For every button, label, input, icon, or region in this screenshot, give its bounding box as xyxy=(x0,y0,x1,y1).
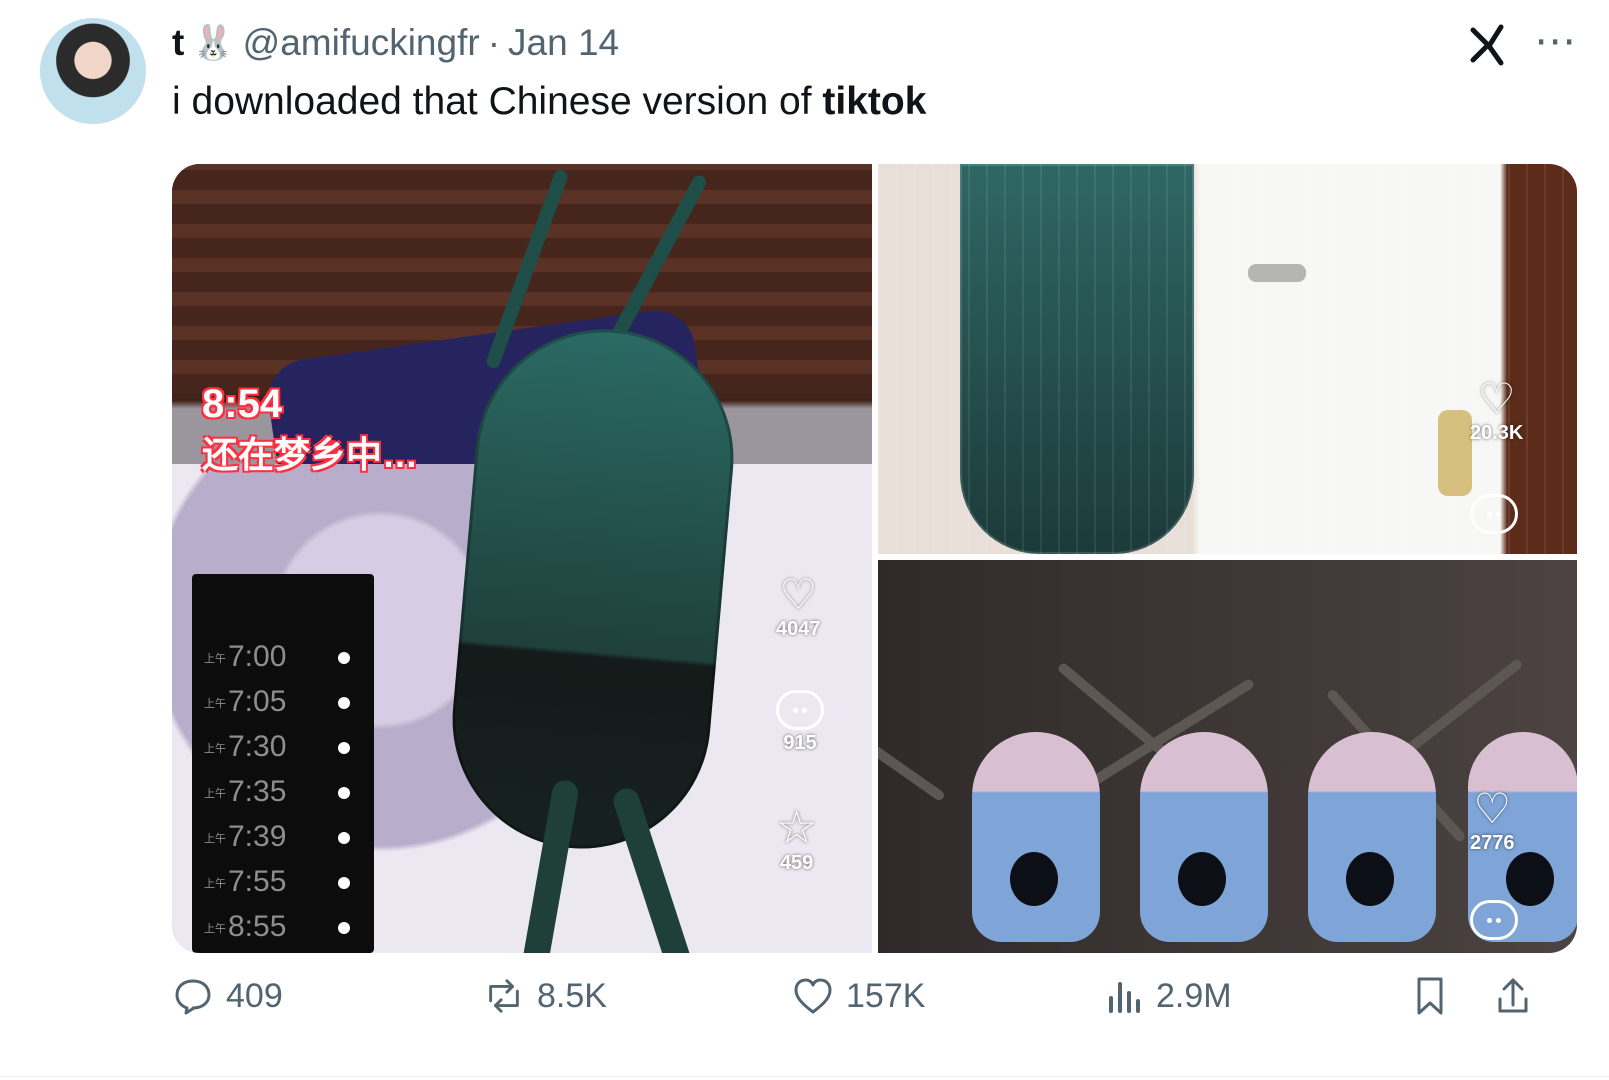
reply-count: 409 xyxy=(226,976,283,1015)
comment-icon xyxy=(1470,494,1518,534)
reply-icon xyxy=(172,975,214,1017)
comment-icon xyxy=(776,690,824,730)
repost-button[interactable]: 8.5K xyxy=(483,975,607,1017)
grok-icon[interactable] xyxy=(1464,22,1510,68)
crying-mouth xyxy=(1178,852,1226,906)
alarm-toggle-icon xyxy=(338,652,350,664)
like-button[interactable]: 157K xyxy=(792,975,925,1017)
media-grid[interactable]: 8:54 还在梦乡中… 上午7:00 上午7:05 上午7:30 上午7:35 … xyxy=(172,164,1577,953)
shower-faucet xyxy=(1248,264,1306,282)
favorite-count: 459 xyxy=(779,852,814,874)
views-button[interactable]: 2.9M xyxy=(1102,975,1232,1017)
crying-mouth xyxy=(1346,852,1394,906)
like-count: 2776 xyxy=(1470,832,1515,854)
door-handle xyxy=(1438,410,1472,496)
alarm-row: 上午7:30 xyxy=(204,730,362,768)
alarm-row: 上午7:05 xyxy=(204,685,362,723)
reply-button[interactable]: 409 xyxy=(172,975,283,1017)
tree-branch xyxy=(878,679,946,803)
like-metric[interactable]: ♡ 4047 xyxy=(776,574,821,641)
alarm-row: 上午7:35 xyxy=(204,775,362,813)
alarm-row: 上午7:55 xyxy=(204,865,362,903)
post-divider xyxy=(0,1076,1609,1077)
more-options-icon[interactable]: ⋯ xyxy=(1534,20,1576,62)
share-upload-icon xyxy=(1492,975,1534,1017)
alarm-toggle-icon xyxy=(338,877,350,889)
author-handle[interactable]: @amifuckingfr xyxy=(243,22,480,64)
share-button[interactable] xyxy=(1492,975,1534,1017)
video-caption-text: 还在梦乡中… xyxy=(202,434,419,475)
like-count: 20.3K xyxy=(1470,422,1524,444)
media-image-2[interactable]: ♡ 20.3K xyxy=(878,164,1577,554)
media-image-3[interactable]: ♡ 2776 xyxy=(878,560,1577,953)
view-count: 2.9M xyxy=(1156,976,1232,1015)
favorite-metric[interactable]: ☆ 459 xyxy=(776,804,817,875)
alarm-list-screenshot: 上午7:00 上午7:05 上午7:30 上午7:35 上午7:39 上午7:5… xyxy=(192,574,374,953)
heart-icon: ♡ xyxy=(779,571,818,618)
alarm-toggle-icon xyxy=(338,832,350,844)
heart-icon: ♡ xyxy=(1473,785,1512,832)
repost-icon xyxy=(483,975,525,1017)
crying-mouth xyxy=(1010,852,1058,906)
bookmark-button[interactable] xyxy=(1409,975,1451,1017)
post-text-prefix: i downloaded that Chinese version of xyxy=(172,80,823,123)
like-count: 4047 xyxy=(776,618,821,640)
author-avatar[interactable] xyxy=(40,18,146,124)
comment-count: 915 xyxy=(783,732,817,754)
post-action-bar: 409 8.5K 157K 2.9M xyxy=(172,966,1577,1026)
video-caption-time: 8:54 xyxy=(202,382,283,426)
tweet-header: t 🐰 @amifuckingfr · Jan 14 xyxy=(172,20,619,66)
bunny-emoji-icon: 🐰 xyxy=(192,24,235,62)
comment-metric[interactable] xyxy=(1470,900,1518,940)
like-metric[interactable]: ♡ 2776 xyxy=(1470,788,1515,855)
heart-icon xyxy=(792,975,834,1017)
post-text-bold: tiktok xyxy=(822,80,927,123)
alarm-row: 上午8:55 xyxy=(204,910,362,948)
alarm-toggle-icon xyxy=(338,787,350,799)
separator-dot: · xyxy=(487,22,501,63)
star-icon: ☆ xyxy=(776,801,818,853)
alarm-toggle-icon xyxy=(338,742,350,754)
comment-icon xyxy=(1470,900,1518,940)
author-display-name[interactable]: t xyxy=(172,22,184,64)
views-analytics-icon xyxy=(1102,975,1144,1017)
like-count: 157K xyxy=(846,976,926,1015)
post-date[interactable]: Jan 14 xyxy=(508,22,619,64)
comment-metric[interactable] xyxy=(1470,494,1518,534)
crying-mouth xyxy=(1506,852,1554,906)
crying-pickle-figure xyxy=(1308,732,1436,942)
alarm-toggle-icon xyxy=(338,922,350,934)
comment-metric[interactable]: 915 xyxy=(776,690,824,755)
alarm-toggle-icon xyxy=(338,697,350,709)
media-image-1[interactable]: 8:54 还在梦乡中… 上午7:00 上午7:05 上午7:30 上午7:35 … xyxy=(172,164,872,953)
heart-icon: ♡ xyxy=(1477,375,1516,422)
repost-count: 8.5K xyxy=(537,976,607,1015)
crying-pickle-figure xyxy=(1140,732,1268,942)
alarm-row: 上午7:00 xyxy=(204,640,362,678)
alarm-row: 上午7:39 xyxy=(204,820,362,858)
bookmark-icon xyxy=(1409,975,1451,1017)
post-text: i downloaded that Chinese version of tik… xyxy=(172,80,926,124)
crying-pickle-figure xyxy=(972,732,1100,942)
like-metric[interactable]: ♡ 20.3K xyxy=(1470,378,1523,445)
